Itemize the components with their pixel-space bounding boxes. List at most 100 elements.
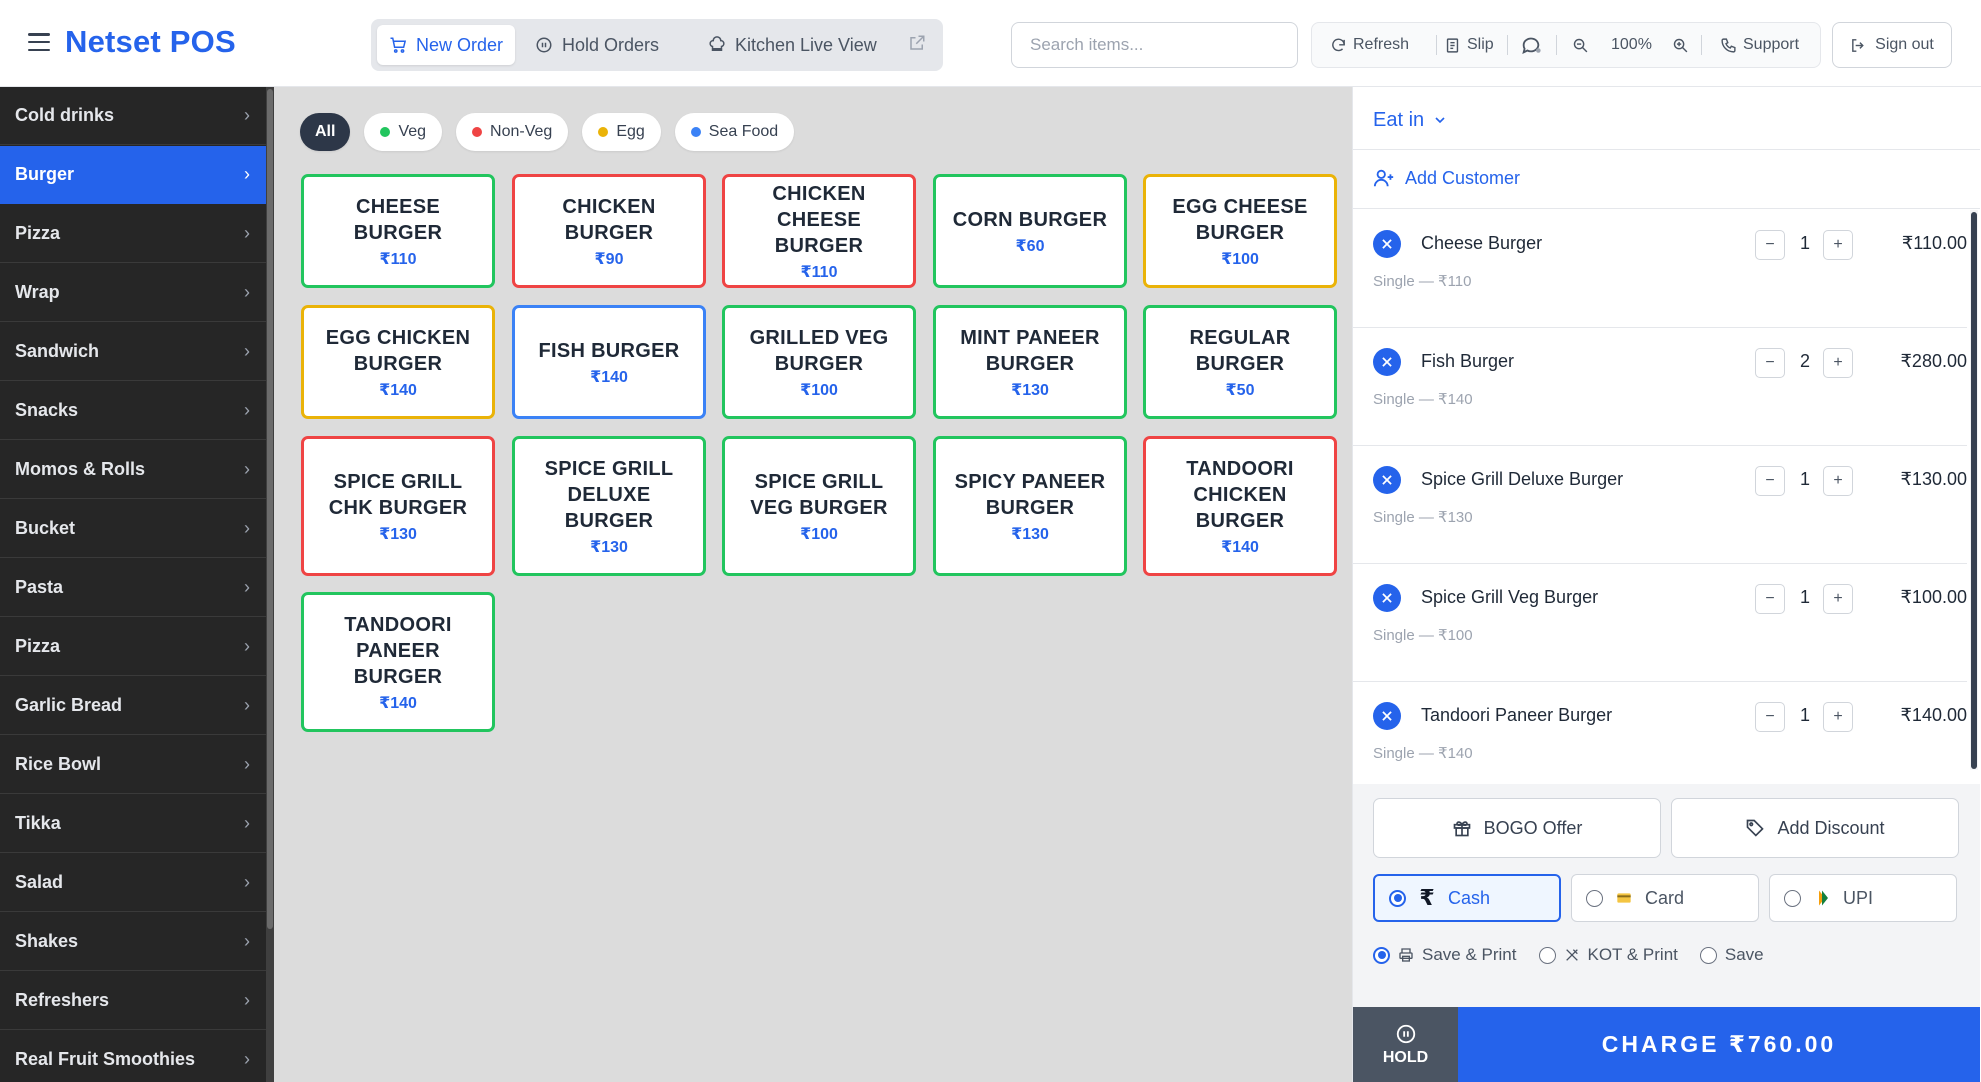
filter-non-veg[interactable]: Non-Veg	[456, 113, 569, 151]
menu-item-name: CORN BURGER	[952, 208, 1108, 231]
payment-card[interactable]: Card	[1571, 874, 1759, 922]
radio-icon[interactable]	[1586, 889, 1603, 907]
option-save-print[interactable]: Save & Print	[1373, 945, 1517, 965]
sidebar-item-category[interactable]: Salad ›	[0, 854, 266, 912]
add-discount-button[interactable]: Add Discount	[1671, 798, 1959, 858]
sign-out-button[interactable]: Sign out	[1832, 22, 1952, 68]
remove-item-button[interactable]	[1373, 584, 1401, 612]
sidebar-item-category[interactable]: Snacks ›	[0, 382, 266, 440]
sidebar-item-category[interactable]: Tikka ›	[0, 795, 266, 853]
add-discount-label: Add Discount	[1777, 817, 1885, 838]
zoom-out-icon	[1573, 38, 1588, 52]
hold-button[interactable]: HOLD	[1353, 1007, 1458, 1082]
menu-item-card[interactable]: CHEESE BURGER ₹110	[301, 174, 495, 288]
menu-item-card[interactable]: CHICKEN BURGER ₹90	[512, 174, 706, 288]
chat-button[interactable]	[1520, 23, 1542, 67]
app-title: Netset POS	[65, 24, 236, 59]
sidebar-item-category[interactable]: Wrap ›	[0, 264, 266, 322]
cart-item-name: Spice Grill Veg Burger	[1421, 587, 1599, 607]
menu-item-card[interactable]: EGG CHEESE BURGER ₹100	[1143, 174, 1337, 288]
divider	[1507, 35, 1508, 55]
sidebar-item-category[interactable]: Pizza ›	[0, 618, 266, 676]
menu-item-card[interactable]: SPICE GRILL DELUXE BURGER ₹130	[512, 436, 706, 576]
sidebar-item-category[interactable]: Bucket ›	[0, 500, 266, 558]
remove-item-button[interactable]	[1373, 702, 1401, 730]
filter-egg[interactable]: Egg	[582, 113, 661, 151]
menu-item-card[interactable]: TANDOORI PANEER BURGER ₹140	[301, 592, 495, 732]
bogo-offer-button[interactable]: BOGO Offer	[1373, 798, 1661, 858]
zoom-out-button[interactable]	[1572, 23, 1589, 67]
option-save[interactable]: Save	[1699, 945, 1764, 965]
menu-item-price: ₹50	[1225, 381, 1255, 399]
menu-area: All Veg Non-Veg Egg Sea Food CHEESE BURG…	[274, 87, 1352, 1082]
decrease-qty-button[interactable]: −	[1755, 348, 1785, 378]
menu-item-card[interactable]: TANDOORI CHICKEN BURGER ₹140	[1143, 436, 1337, 576]
decrease-qty-button[interactable]: −	[1755, 584, 1785, 614]
sidebar-item-label: Burger	[15, 164, 75, 184]
menu-item-card[interactable]: CHICKEN CHEESE BURGER ₹110	[722, 174, 916, 288]
menu-item-card[interactable]: SPICE GRILL VEG BURGER ₹100	[722, 436, 916, 576]
sidebar-item-category[interactable]: Rice Bowl ›	[0, 736, 266, 794]
menu-item-price: ₹100	[800, 525, 838, 543]
menu-item-name: GRILLED VEG BURGER	[749, 326, 889, 375]
menu-item-name: CHICKEN CHEESE BURGER	[772, 182, 866, 257]
sidebar-item-category[interactable]: Sandwich ›	[0, 323, 266, 381]
refresh-button[interactable]: Refresh	[1330, 23, 1409, 67]
sidebar-scrollbar-thumb[interactable]	[267, 89, 273, 929]
sidebar-item-category[interactable]: Shakes ›	[0, 913, 266, 971]
support-button[interactable]: Support	[1720, 23, 1799, 67]
charge-button[interactable]: CHARGE ₹760.00	[1458, 1007, 1980, 1082]
option-kot-print[interactable]: KOT & Print	[1538, 945, 1678, 965]
menu-item-card[interactable]: CORN BURGER ₹60	[933, 174, 1127, 288]
cart-item-qty: 1	[1799, 469, 1810, 489]
remove-item-button[interactable]	[1373, 348, 1401, 376]
radio-icon[interactable]	[1699, 946, 1717, 964]
menu-item-name: SPICE GRILL CHK BURGER	[328, 470, 468, 519]
sidebar-item-label: Pasta	[15, 577, 64, 597]
sidebar-item-category[interactable]: Garlic Bread ›	[0, 677, 266, 735]
tab-kitchen-live-view[interactable]: Kitchen Live View	[696, 25, 889, 65]
order-type-dropdown[interactable]: Eat in	[1373, 105, 1448, 135]
menu-item-card[interactable]: SPICY PANEER BURGER ₹130	[933, 436, 1127, 576]
zoom-in-button[interactable]	[1672, 23, 1689, 67]
sidebar-item-category[interactable]: Real Fruit Smoothies ›	[0, 1031, 266, 1082]
sidebar-item-category[interactable]: Pizza ›	[0, 205, 266, 263]
decrease-qty-button[interactable]: −	[1755, 466, 1785, 496]
sidebar-item-category[interactable]: Burger ›	[0, 146, 266, 204]
tab-label: Hold Orders	[562, 34, 660, 55]
filter-sea-food[interactable]: Sea Food	[674, 113, 795, 151]
cart-line-item: Fish Burger Single — ₹140−2 + ₹280.00	[1353, 328, 1967, 446]
tab-hold-orders[interactable]: Hold Orders	[523, 25, 671, 65]
menu-item-card[interactable]: FISH BURGER ₹140	[512, 305, 706, 419]
filter-all[interactable]: All	[300, 113, 351, 151]
radio-icon[interactable]	[1784, 889, 1801, 907]
menu-item-card[interactable]: MINT PANEER BURGER ₹130	[933, 305, 1127, 419]
radio-icon[interactable]	[1389, 889, 1406, 907]
sidebar-item-category[interactable]: Refreshers ›	[0, 972, 266, 1030]
menu-item-card[interactable]: SPICE GRILL CHK BURGER ₹130	[301, 436, 495, 576]
cart-scrollbar-thumb[interactable]	[1971, 212, 1977, 769]
external-link-icon[interactable]	[908, 34, 926, 52]
remove-item-button[interactable]	[1373, 466, 1401, 494]
print-options: Save & Print KOT & Print Save	[1373, 942, 1764, 968]
payment-cash[interactable]: ₹ Cash	[1373, 874, 1561, 922]
hamburger-menu-icon[interactable]	[28, 33, 50, 51]
radio-icon[interactable]	[1373, 946, 1390, 964]
menu-item-card[interactable]: EGG CHICKEN BURGER ₹140	[301, 305, 495, 419]
sidebar-item-category[interactable]: Pasta ›	[0, 559, 266, 617]
filter-veg[interactable]: Veg	[364, 113, 443, 151]
remove-item-button[interactable]	[1373, 230, 1401, 258]
chevron-right-icon: ›	[244, 164, 250, 184]
slip-button[interactable]: Slip	[1444, 23, 1494, 67]
tab-new-order[interactable]: New Order	[377, 25, 516, 65]
decrease-qty-button[interactable]: −	[1755, 230, 1785, 260]
sidebar-item-category[interactable]: Momos & Rolls ›	[0, 441, 266, 499]
decrease-qty-button[interactable]: −	[1755, 702, 1785, 732]
sidebar-item-category[interactable]: Cold drinks ›	[0, 87, 266, 145]
radio-icon[interactable]	[1538, 946, 1556, 964]
menu-item-card[interactable]: REGULAR BURGER ₹50	[1143, 305, 1337, 419]
payment-upi[interactable]: UPI	[1769, 874, 1957, 922]
search-input[interactable]	[1011, 22, 1298, 68]
menu-item-card[interactable]: GRILLED VEG BURGER ₹100	[722, 305, 916, 419]
add-customer-button[interactable]: Add Customer	[1373, 167, 1520, 189]
